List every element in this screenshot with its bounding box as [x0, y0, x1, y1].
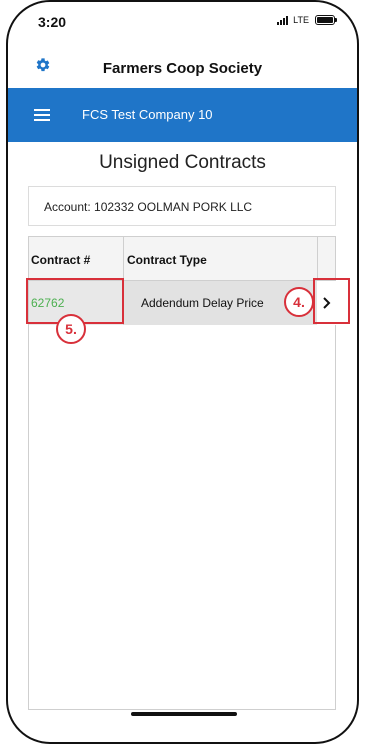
contract-type: Addendum Delay Price [141, 296, 264, 310]
company-name: FCS Test Company 10 [82, 107, 213, 122]
company-bar: FCS Test Company 10 [8, 88, 357, 142]
account-box: Account: 102332 OOLMAN PORK LLC [28, 186, 336, 226]
status-indicators: LTE [277, 15, 337, 25]
app-title: Farmers Coop Society [102, 60, 263, 77]
phone-frame: 3:20 LTE Farmers Coop Society FCS Test C… [6, 0, 359, 744]
status-bar: 3:20 LTE [8, 2, 357, 42]
battery-icon [315, 15, 337, 25]
column-header-contract-number: Contract # [31, 253, 91, 267]
network-label: LTE [293, 15, 309, 25]
hamburger-icon[interactable] [34, 109, 50, 121]
callout-badge-4: 4. [284, 287, 314, 317]
app-header: Farmers Coop Society [8, 52, 357, 86]
page-title: Unsigned Contracts [99, 152, 266, 173]
callout-badge-5: 5. [56, 314, 86, 344]
status-time: 3:20 [38, 14, 67, 30]
table-header: Contract # Contract Type [29, 237, 335, 281]
column-divider [317, 237, 318, 281]
column-divider [123, 237, 124, 281]
callout-highlight-open-button [313, 278, 350, 324]
account-label: Account: 102332 OOLMAN PORK LLC [44, 200, 253, 214]
home-indicator [131, 712, 237, 716]
signal-icon [277, 15, 289, 25]
column-header-contract-type: Contract Type [127, 253, 207, 267]
